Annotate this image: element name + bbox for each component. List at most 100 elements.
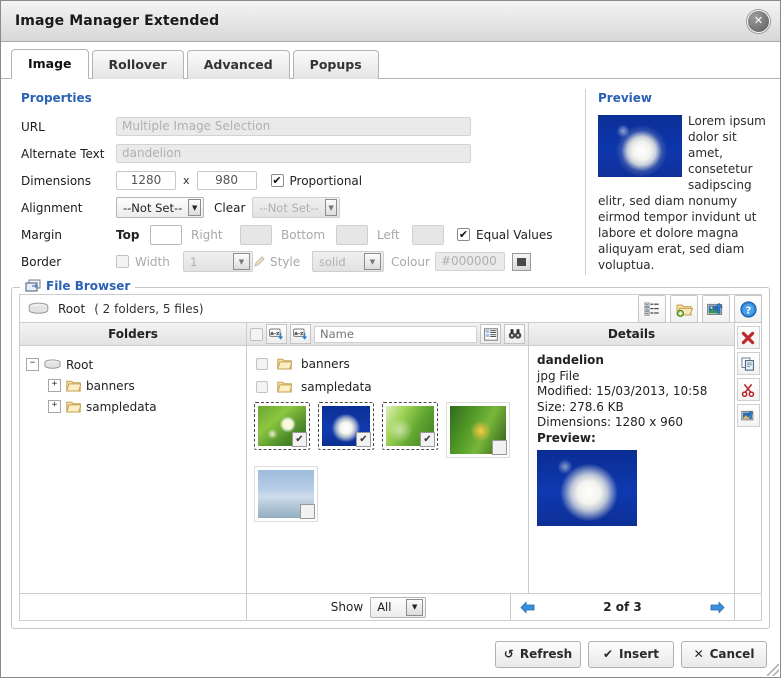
margin-top-input[interactable] [150,225,182,245]
alignment-select[interactable]: --Not Set-- ▼ [116,197,204,218]
clear-label: Clear [214,201,245,215]
path-root-label[interactable]: Root [58,302,85,316]
delete-icon[interactable] [737,326,760,349]
upload-image-icon[interactable] [702,295,730,323]
search-input[interactable] [314,326,477,343]
copy-icon[interactable] [737,352,760,375]
tab-image[interactable]: Image [11,49,89,79]
thumbnail-checkbox[interactable]: ✔ [420,432,435,447]
expand-icon[interactable]: + [48,400,61,413]
dimension-height-input[interactable] [197,171,257,190]
thumbnail-item[interactable]: ✔ [446,402,510,458]
sort-az-icon[interactable]: a-z [266,324,287,344]
refresh-button[interactable]: ↺ Refresh [495,641,581,668]
tab-rollover[interactable]: Rollover [92,50,184,79]
border-row: Border ✔ Width 1 ▼ Style solid ▼ [11,248,577,275]
pagination: 2 of 3 [511,594,734,620]
margin-left-input[interactable] [412,225,444,245]
close-icon[interactable]: ✕ [747,10,770,33]
svg-text:?: ? [745,305,751,316]
equal-values-checkbox[interactable]: ✔ [457,228,470,241]
drive-icon [44,359,61,370]
url-input[interactable] [116,117,471,136]
footer-actions-cell [734,594,761,620]
row-checkbox[interactable]: ✔ [256,358,268,370]
margin-top-label: Top [116,228,150,242]
alignment-label: Alignment [21,201,116,215]
tab-popups[interactable]: Popups [293,50,379,79]
search-icon[interactable] [504,324,525,344]
select-all-checkbox[interactable]: ✔ [250,328,263,341]
border-width-checkbox[interactable]: ✔ [116,255,129,268]
folder-icon [66,400,81,413]
tab-advanced[interactable]: Advanced [187,50,290,79]
clear-value: --Not Set-- [259,201,318,215]
folder-icon [277,357,292,370]
border-style-select[interactable]: solid ▼ [312,251,384,272]
pencil-icon [253,255,266,268]
margin-bottom-input[interactable] [336,225,368,245]
dimension-width-input[interactable] [116,171,176,190]
thumbnail-item[interactable]: ✔ [254,402,310,450]
border-width-label: Width [135,255,183,269]
cancel-label: Cancel [710,647,755,661]
details-view-icon[interactable] [480,324,501,344]
help-icon[interactable]: ? [734,295,762,323]
thumbnail-checkbox[interactable]: ✔ [356,432,371,447]
file-actions [734,323,761,593]
list-item[interactable]: ✔ sampledata [252,375,523,398]
thumbnail-checkbox[interactable]: ✔ [492,440,507,455]
alt-text-input[interactable] [116,144,471,163]
new-folder-icon[interactable] [670,295,698,323]
url-label: URL [21,120,116,134]
detail-file-name: dandelion [537,353,726,369]
tree-node-sampledata[interactable]: + sampledata [26,396,240,417]
show-value: All [377,600,400,614]
margin-label: Margin [21,228,116,242]
cancel-button[interactable]: ✕ Cancel [681,641,767,668]
list-item[interactable]: ✔ banners [252,352,523,375]
file-browser-panel: File Browser [11,287,770,629]
insert-button[interactable]: ✔ Insert [588,641,674,668]
border-colour-input[interactable] [435,252,505,271]
row-checkbox[interactable]: ✔ [256,381,268,393]
cut-icon[interactable] [737,378,760,401]
show-select[interactable]: All ▼ [370,597,426,618]
chevron-down-icon: ▼ [406,599,423,616]
thumbnail-item[interactable]: ✔ [382,402,438,450]
tree-node-label: banners [86,379,135,393]
expand-icon[interactable]: + [48,379,61,392]
tree-node-label: sampledata [86,400,157,414]
folders-column: Folders − Root [20,323,247,593]
thumbnail-item[interactable]: ✔ [254,466,318,522]
file-browser-legend: File Browser [20,279,135,293]
thumbnail-checkbox[interactable]: ✔ [300,504,315,519]
tab-bar: Image Rollover Advanced Popups [1,42,780,79]
pagination-text: 2 of 3 [603,600,642,614]
file-browser-icon [25,279,41,293]
sort-za-icon[interactable]: a-z [290,324,311,344]
folder-icon [66,379,81,392]
collapse-icon[interactable]: − [26,358,39,371]
list-view-icon[interactable] [638,295,666,323]
tree-node-banners[interactable]: + banners [26,375,240,396]
colour-picker-icon[interactable] [512,253,531,271]
rename-icon[interactable] [737,404,760,427]
chevron-down-icon: ▼ [364,253,381,270]
clear-select[interactable]: --Not Set-- ▼ [252,197,340,218]
border-width-select[interactable]: 1 ▼ [183,251,253,272]
proportional-checkbox[interactable]: ✔ [271,174,284,187]
next-page-button[interactable] [710,601,725,614]
proportional-label: Proportional [290,174,363,188]
prev-page-button[interactable] [520,601,535,614]
resize-handle[interactable] [767,664,779,676]
browser-grid: Folders − Root [19,323,762,594]
check-icon: ✔ [603,647,613,661]
dialog-footer: ↺ Refresh ✔ Insert ✕ Cancel [1,631,780,677]
tree-node-root[interactable]: − Root [26,354,240,375]
thumbnail-item[interactable]: ✔ [318,402,374,450]
margin-right-input[interactable] [240,225,272,245]
border-label: Border [21,255,116,269]
thumbnail-checkbox[interactable]: ✔ [292,432,307,447]
alt-text-row: Alternate Text [11,140,577,167]
